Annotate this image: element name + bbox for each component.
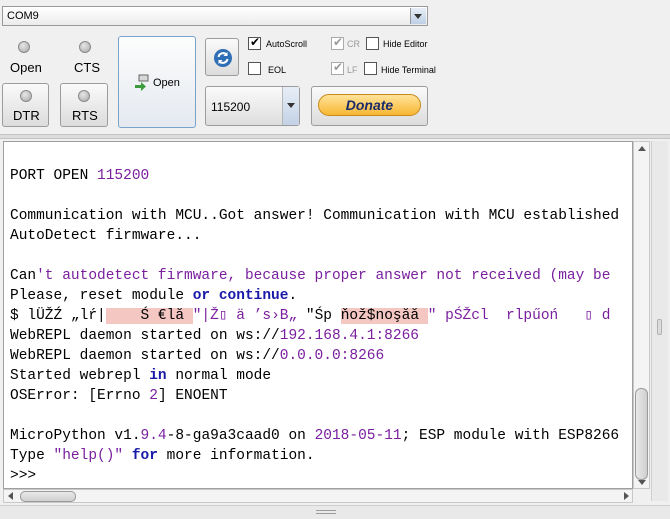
terminal-vertical-scrollbar[interactable]	[633, 141, 650, 489]
terminal-line: MicroPython v1.9.4-8-ga9a3caad0 on 2018-…	[10, 428, 620, 444]
side-panel-scrollbar[interactable]	[651, 141, 668, 501]
lf-label: LF	[347, 65, 358, 75]
terminal-line: Type "help()" for more information.	[10, 448, 315, 464]
autoscroll-label: AutoScroll	[266, 39, 308, 49]
baud-value: 115200	[211, 100, 251, 114]
terminal-line: PORT OPEN 115200	[10, 168, 150, 184]
donate-button[interactable]: Donate	[311, 86, 428, 126]
grip-handle[interactable]	[657, 319, 662, 335]
rts-button[interactable]: RTS	[60, 83, 108, 127]
check-icon: ✔	[333, 60, 344, 74]
scroll-thumb[interactable]	[635, 388, 648, 480]
check-icon: ✔	[250, 35, 261, 49]
plug-icon	[135, 74, 149, 91]
port-value: COM9	[7, 10, 39, 22]
refresh-button[interactable]	[205, 38, 239, 76]
bottom-splitter[interactable]	[0, 505, 670, 519]
lf-checkbox[interactable]: ✔	[331, 60, 344, 75]
cr-checkbox[interactable]: ✔	[331, 35, 344, 50]
scroll-right-icon[interactable]	[624, 492, 629, 500]
terminal-prompt: >>>	[10, 468, 45, 484]
donate-pill: Donate	[318, 94, 421, 116]
terminal-line: Started webrepl in normal mode	[10, 368, 272, 384]
terminal-horizontal-scrollbar[interactable]	[3, 489, 633, 503]
baud-select[interactable]: 115200	[205, 86, 300, 126]
terminal-line: Can't autodetect firmware, because prope…	[10, 268, 611, 284]
chevron-down-icon[interactable]	[410, 8, 426, 24]
grip-handle[interactable]	[316, 510, 336, 514]
eol-checkbox[interactable]	[248, 62, 261, 75]
eol-label: EOL	[268, 65, 287, 75]
terminal-line: WebREPL daemon started on ws://192.168.4…	[10, 328, 419, 344]
scroll-down-icon[interactable]	[638, 480, 646, 485]
terminal-line: Communication with MCU..Got answer! Comm…	[10, 208, 620, 224]
open-led-icon	[18, 41, 30, 53]
scroll-thumb[interactable]	[20, 491, 76, 502]
hide-editor-label: Hide Editor	[383, 39, 428, 49]
chevron-down-icon[interactable]	[282, 87, 299, 125]
open-port-label: Open	[153, 77, 180, 89]
open-signal-label: Open	[10, 60, 42, 75]
hide-terminal-checkbox[interactable]	[364, 62, 377, 75]
scroll-up-icon[interactable]	[638, 146, 646, 151]
donate-label: Donate	[345, 97, 394, 113]
hide-editor-checkbox[interactable]	[366, 37, 379, 50]
dtr-led-icon	[20, 90, 32, 102]
cts-led-icon	[79, 41, 91, 53]
terminal-output[interactable]: PORT OPEN 115200 Communication with MCU.…	[3, 141, 633, 489]
scroll-left-icon[interactable]	[8, 492, 13, 500]
rts-led-icon	[78, 90, 90, 102]
terminal-line: WebREPL daemon started on ws://0.0.0.0:8…	[10, 348, 385, 364]
hide-terminal-label: Hide Terminal	[381, 65, 436, 75]
terminal-line: AutoDetect firmware...	[10, 228, 202, 244]
open-port-button[interactable]: Open	[118, 36, 196, 128]
refresh-icon	[214, 49, 232, 67]
terminal-line: Please, reset module or continue.	[10, 288, 298, 304]
splitter[interactable]	[0, 134, 670, 139]
check-icon: ✔	[333, 35, 344, 49]
terminal-line: $ lÜŽŹ „lŕ| Ś €lă "|Ž▯ ä ’s›B„ "Śp ňož$n…	[10, 308, 611, 324]
dtr-label: DTR	[13, 108, 40, 123]
autoscroll-checkbox[interactable]: ✔	[248, 35, 261, 50]
terminal-line: OSError: [Errno 2] ENOENT	[10, 388, 228, 404]
cr-label: CR	[347, 39, 360, 49]
port-select[interactable]: COM9	[2, 6, 428, 26]
cts-signal-label: CTS	[74, 60, 100, 75]
rts-label: RTS	[72, 108, 98, 123]
dtr-button[interactable]: DTR	[2, 83, 49, 127]
